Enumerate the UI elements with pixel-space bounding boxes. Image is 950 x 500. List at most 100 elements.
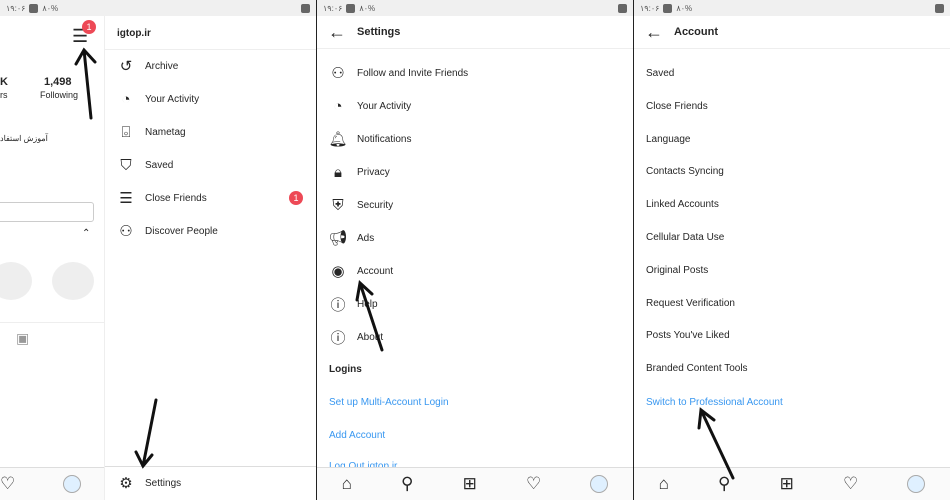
gear-icon: ⚙ (119, 475, 133, 492)
account-item[interactable]: Cellular Data Use (646, 232, 724, 243)
back-arrow-icon[interactable]: ← (634, 22, 674, 43)
chevron-up-icon[interactable]: ⌃ (82, 228, 90, 239)
activity-icon: ◔ (333, 97, 343, 115)
activity-icon: ◔ (121, 90, 131, 108)
item-label: Notifications (357, 133, 412, 145)
wifi-icon (935, 3, 944, 13)
settings-item-about[interactable]: ⓘ About (329, 328, 384, 347)
item-label: Your Activity (357, 100, 412, 112)
drawer-item-close-friends[interactable]: ☰ Close Friends (117, 189, 207, 207)
settings-item-account[interactable]: ◉ Account (329, 262, 393, 280)
drawer: igtop.ir ↺ Archive ◔ Your Activity ⌻ Nameta… (104, 16, 316, 500)
bottom-nav: ⌂ ⚲ ⊞ ♡ (317, 467, 633, 500)
item-label: Nametag (145, 126, 186, 138)
profile-avatar[interactable] (590, 475, 609, 493)
account-item[interactable]: Close Friends (646, 101, 708, 112)
profile-bottom-nav: ♡ (0, 467, 104, 500)
drawer-item-saved[interactable]: ⛉ Saved (117, 156, 173, 174)
status-bar: ۱۹:۰۶ ۸۰% (317, 0, 633, 16)
battery-icon (29, 3, 39, 13)
status-battery: ۸۰% (676, 3, 693, 13)
status-bar: ۱۹:۰۶ ۸۰% (634, 0, 950, 16)
heart-icon[interactable]: ♡ (526, 474, 541, 494)
account-item[interactable]: Request Verification (646, 298, 735, 309)
item-label: Privacy (357, 166, 390, 178)
profile-avatar[interactable] (63, 475, 81, 493)
account-item[interactable]: Branded Content Tools (646, 363, 748, 374)
logins-header: Logins (329, 364, 362, 375)
edit-profile-button[interactable] (0, 202, 94, 222)
item-label: About (357, 331, 384, 343)
bottom-nav: ⌂ ⚲ ⊞ ♡ (634, 467, 950, 500)
add-account-link[interactable]: Add Account (329, 430, 385, 441)
battery-icon (346, 3, 356, 13)
bookmark-icon: ⛉ (120, 156, 132, 174)
back-arrow-icon[interactable]: ← (317, 22, 357, 43)
account-item[interactable]: Saved (646, 68, 674, 79)
item-label: Close Friends (145, 192, 207, 204)
wifi-icon (301, 3, 310, 13)
home-icon[interactable]: ⌂ (342, 474, 352, 494)
nametag-icon: ⌻ (121, 123, 131, 141)
search-icon[interactable]: ⚲ (718, 474, 730, 494)
drawer-item-archive[interactable]: ↺ Archive (117, 57, 179, 75)
item-label: Archive (145, 60, 179, 72)
tagged-icon[interactable]: ▣ (16, 330, 29, 347)
account-panel: ۱۹:۰۶ ۸۰% ← Account Saved Close Friends Lang… (634, 0, 950, 500)
search-icon[interactable]: ⚲ (401, 474, 413, 494)
settings-panel: ۱۹:۰۶ ۸۰% ← Settings ⚇ Follow and Invite Fr… (317, 0, 633, 500)
highlight-1[interactable] (0, 262, 32, 300)
wifi-icon (618, 3, 627, 13)
drawer-settings-button[interactable]: ⚙ Settings (117, 474, 181, 492)
multi-account-login-link[interactable]: Set up Multi-Account Login (329, 397, 449, 408)
item-label: Help (357, 298, 378, 310)
followers-label: rs (0, 90, 8, 100)
following-label[interactable]: Following (40, 90, 78, 100)
item-label: Security (357, 199, 394, 211)
close-friends-badge: 1 (289, 191, 303, 205)
profile-avatar[interactable] (907, 475, 926, 493)
switch-professional-link[interactable]: Switch to Professional Account (646, 397, 783, 408)
settings-item-privacy[interactable]: 🔒︎ Privacy (329, 163, 390, 181)
item-label: Your Activity (145, 93, 200, 105)
account-item[interactable]: Original Posts (646, 265, 708, 276)
drawer-username: igtop.ir (117, 28, 151, 39)
highlight-2[interactable] (52, 262, 94, 300)
battery-icon (663, 3, 673, 13)
heart-icon[interactable]: ♡ (0, 474, 15, 494)
status-battery: ۸۰% (359, 3, 376, 13)
item-label: Settings (145, 477, 182, 489)
profile-drawer-panel: ۱۹:۰۶ ۸۰% ☰ 1 K rs 1,498 Following آموزش … (0, 0, 316, 500)
settings-item-activity[interactable]: ◔ Your Activity (329, 97, 411, 115)
following-count[interactable]: 1,498 (44, 76, 72, 88)
settings-item-ads[interactable]: 📢︎ Ads (328, 229, 374, 247)
drawer-item-discover-people[interactable]: ⚇ Discover People (117, 222, 218, 240)
status-bar: ۱۹:۰۶ ۸۰% (0, 0, 316, 16)
settings-item-security[interactable]: ⛨ Security (329, 196, 393, 214)
drawer-item-nametag[interactable]: ⌻ Nametag (117, 123, 186, 141)
account-item[interactable]: Language (646, 134, 691, 145)
heart-icon[interactable]: ♡ (843, 474, 858, 494)
add-post-icon[interactable]: ⊞ (780, 474, 794, 494)
page-title: Account (674, 26, 718, 38)
account-item[interactable]: Contacts Syncing (646, 166, 724, 177)
add-post-icon[interactable]: ⊞ (463, 474, 477, 494)
item-label: Saved (145, 159, 174, 171)
settings-item-help[interactable]: ⓘ Help (329, 295, 378, 314)
shield-icon: ⛨ (332, 196, 344, 214)
bell-icon: 🔔︎ (328, 131, 348, 148)
info-icon: ⓘ (330, 329, 346, 347)
profile-background: ☰ 1 K rs 1,498 Following آموزش استفاد ⌃ … (0, 16, 104, 500)
home-icon[interactable]: ⌂ (659, 474, 669, 494)
account-item[interactable]: Posts You've Liked (646, 330, 730, 341)
followers-count: K (0, 76, 8, 88)
bio-text: آموزش استفاد (0, 134, 48, 143)
archive-icon: ↺ (119, 58, 133, 75)
drawer-item-activity[interactable]: ◔ Your Activity (117, 90, 199, 108)
settings-item-notifications[interactable]: 🔔︎ Notifications (328, 130, 412, 148)
status-time: ۱۹:۰۶ (323, 3, 343, 13)
settings-item-follow-invite[interactable]: ⚇ Follow and Invite Friends (329, 64, 468, 82)
account-item[interactable]: Linked Accounts (646, 199, 719, 210)
status-time: ۱۹:۰۶ (640, 3, 660, 13)
status-battery: ۸۰% (42, 3, 59, 13)
